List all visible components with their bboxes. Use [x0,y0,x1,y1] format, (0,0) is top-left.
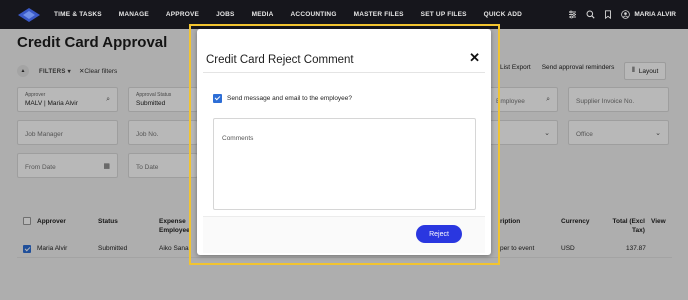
reject-comment-dialog: Credit Card Reject Comment ✕ Send messag… [197,29,491,255]
reject-button[interactable]: Reject [416,225,462,243]
close-icon[interactable]: ✕ [469,51,480,64]
dialog-divider [203,72,485,73]
nav-item-accounting[interactable]: ACCOUNTING [291,11,337,18]
nav-item-quick-add[interactable]: QUICK ADD [484,11,522,18]
nav-item-media[interactable]: MEDIA [252,11,274,18]
user-avatar-icon[interactable] [621,10,631,19]
send-message-label[interactable]: Send message and email to the employee? [227,95,352,102]
user-name[interactable]: MARIA ALVIR [634,11,676,18]
nav-item-master-files[interactable]: MASTER FILES [354,11,404,18]
nav-item-approve[interactable]: APPROVE [166,11,199,18]
nav-item-manage[interactable]: MANAGE [119,11,149,18]
nav-item-time-tasks[interactable]: TIME & TASKS [54,11,102,18]
search-icon[interactable] [586,10,595,19]
settings-sliders-icon[interactable] [568,10,577,19]
nav-item-jobs[interactable]: JOBS [216,11,235,18]
bookmark-icon[interactable] [604,10,612,19]
dialog-title: Credit Card Reject Comment [206,54,354,66]
send-message-checkbox[interactable] [213,94,222,103]
comments-textarea[interactable] [213,118,476,210]
send-message-option[interactable]: Send message and email to the employee? [213,94,352,103]
nav-right-tools: MARIA ALVIR [559,0,676,29]
nav-item-set-up-files[interactable]: SET UP FILES [421,11,467,18]
company-logo[interactable] [16,6,42,24]
